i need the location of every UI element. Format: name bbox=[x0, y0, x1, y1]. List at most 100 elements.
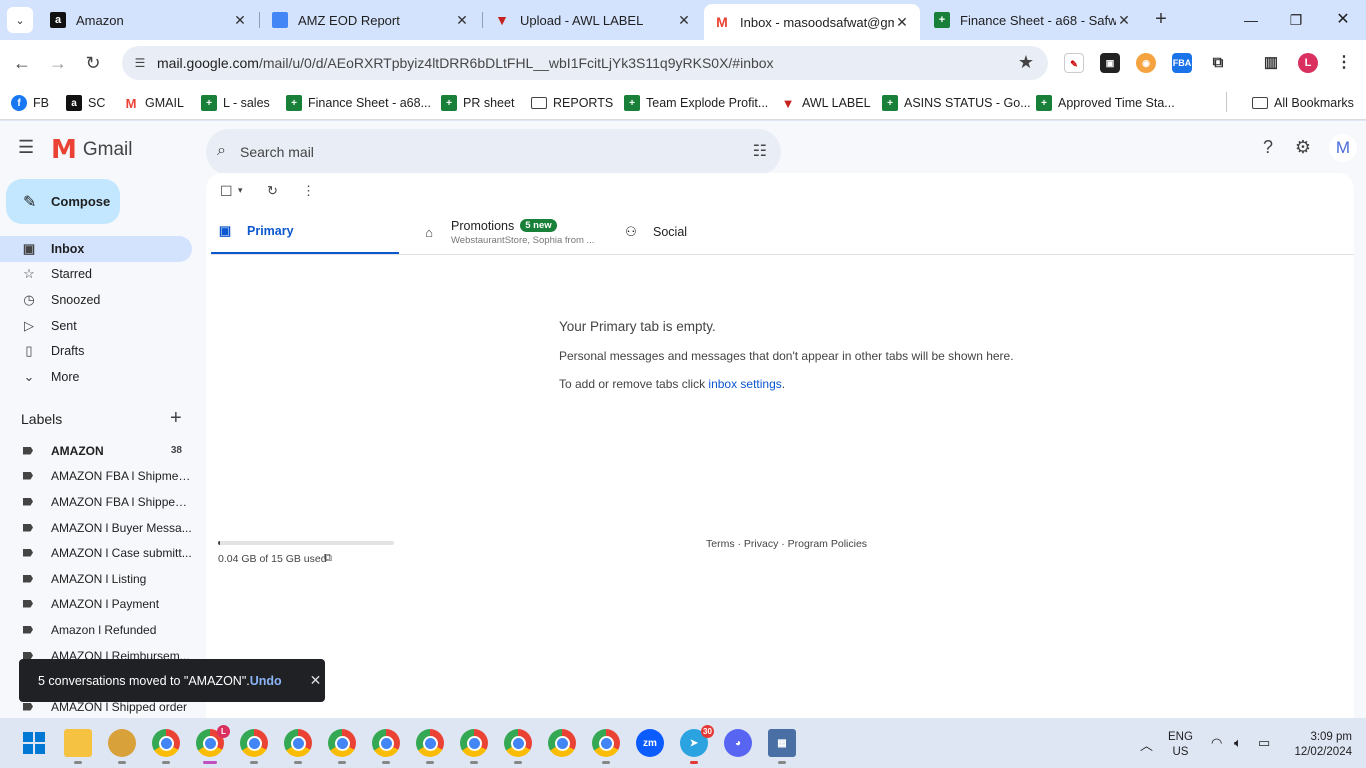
search-input[interactable] bbox=[240, 141, 720, 163]
nav-drafts[interactable]: ▯ Drafts bbox=[0, 338, 192, 364]
discord-icon[interactable]: ◕ bbox=[724, 729, 752, 757]
bookmark-pr-sheet[interactable]: + PR sheet bbox=[441, 92, 514, 114]
file-explorer-icon[interactable] bbox=[64, 729, 92, 764]
chrome-icon[interactable] bbox=[460, 729, 488, 764]
nav-more[interactable]: ⌄ More bbox=[0, 364, 192, 390]
label-item[interactable]: AMAZON 38 bbox=[0, 438, 192, 463]
calculator-icon[interactable]: ▦ bbox=[768, 729, 796, 764]
label-item[interactable]: AMAZON l Listing bbox=[0, 566, 192, 591]
show-hidden-icons-icon[interactable]: ︿ bbox=[1140, 735, 1153, 754]
footer-links[interactable]: Terms · Privacy · Program Policies bbox=[706, 538, 867, 550]
tab-primary[interactable]: ▣ Primary bbox=[211, 209, 399, 255]
reload-button[interactable]: ↻ bbox=[80, 50, 106, 76]
refresh-icon[interactable]: ↻ bbox=[267, 183, 278, 199]
site-info-icon[interactable]: ☰ bbox=[130, 53, 150, 73]
input-language[interactable]: ENG US bbox=[1168, 730, 1193, 760]
restore-button[interactable]: ❐ bbox=[1284, 8, 1308, 32]
bookmark-fb[interactable]: f FB bbox=[11, 92, 49, 114]
bookmark-reports[interactable]: REPORTS bbox=[531, 92, 613, 114]
browser-tab-awl[interactable]: ▼ Upload - AWL LABEL ✕ bbox=[484, 4, 702, 36]
search-options-icon[interactable]: ☷ bbox=[753, 141, 767, 161]
bookmark-sc[interactable]: a SC bbox=[66, 92, 105, 114]
bookmark-l-sales[interactable]: + L - sales bbox=[201, 92, 270, 114]
bookmark-finance-sheet[interactable]: + Finance Sheet - a68... bbox=[286, 92, 431, 114]
volume-icon[interactable]: 🔈︎ bbox=[1234, 735, 1242, 751]
back-button[interactable]: ← bbox=[9, 50, 35, 76]
browser-tab-amz-eod[interactable]: AMZ EOD Report ✕ bbox=[262, 4, 480, 36]
tab-social[interactable]: ⚇ Social bbox=[623, 209, 763, 255]
fba-extension-icon[interactable]: FBA bbox=[1172, 53, 1192, 73]
start-button[interactable] bbox=[20, 729, 48, 757]
more-options-icon[interactable]: ⋮ bbox=[302, 183, 315, 199]
label-item[interactable]: AMAZON FBA l Shipped ... bbox=[0, 489, 192, 514]
bookmark-team-explode[interactable]: + Team Explode Profit... bbox=[624, 92, 768, 114]
telegram-icon[interactable]: ➤ 30 bbox=[680, 725, 714, 764]
tab-search-button[interactable]: ⌄ bbox=[7, 7, 33, 33]
help-icon[interactable]: ? bbox=[1257, 136, 1279, 158]
close-icon[interactable]: ✕ bbox=[676, 12, 692, 29]
side-panel-icon[interactable]: ▥ bbox=[1261, 53, 1281, 73]
battery-icon[interactable]: ▭ bbox=[1258, 735, 1270, 751]
clock[interactable]: 3:09 pm 12/02/2024 bbox=[1288, 730, 1352, 760]
all-bookmarks-button[interactable]: All Bookmarks bbox=[1252, 92, 1354, 114]
create-label-button[interactable]: + bbox=[170, 407, 182, 430]
nav-starred[interactable]: ☆ Starred bbox=[0, 261, 192, 287]
gear-icon[interactable]: ⚙ bbox=[1292, 136, 1314, 158]
chrome-profile-l-icon[interactable]: L bbox=[196, 725, 230, 764]
chrome-icon[interactable] bbox=[240, 729, 268, 764]
search-icon[interactable]: ⌕ bbox=[217, 142, 226, 160]
extension-1-icon[interactable]: ✎ bbox=[1064, 53, 1084, 73]
chrome-icon[interactable] bbox=[548, 729, 576, 757]
bookmark-approved-time[interactable]: + Approved Time Sta... bbox=[1036, 92, 1175, 114]
close-icon[interactable]: ✕ bbox=[894, 14, 910, 31]
label-item[interactable]: AMAZON l Case submitt... bbox=[0, 540, 192, 565]
chrome-icon[interactable] bbox=[372, 729, 400, 764]
forward-button[interactable]: → bbox=[45, 50, 71, 76]
wifi-icon[interactable]: ◠ bbox=[1211, 735, 1222, 751]
browser-tab-finance[interactable]: + Finance Sheet - a68 - Safwat ✕ bbox=[924, 4, 1142, 36]
browser-tab-inbox[interactable]: M Inbox - masoodsafwat@gma ✕ bbox=[704, 4, 920, 40]
bookmark-asins-status[interactable]: + ASINS STATUS - Go... bbox=[882, 92, 1031, 114]
tab-promotions[interactable]: ⌂ Promotions 5 new WebstaurantStore, Soph… bbox=[421, 209, 601, 255]
chrome-icon[interactable] bbox=[504, 729, 532, 764]
inbox-settings-link[interactable]: inbox settings bbox=[708, 377, 781, 391]
chrome-icon[interactable] bbox=[328, 729, 356, 764]
gmail-logo[interactable]: M Gmail bbox=[51, 135, 133, 165]
close-icon[interactable]: ✕ bbox=[232, 12, 248, 29]
url-text[interactable]: mail.google.com/mail/u/0/d/AEoRXRTpbyiz4… bbox=[157, 55, 774, 71]
nav-snoozed[interactable]: ◷ Snoozed bbox=[0, 287, 192, 313]
label-item[interactable]: AMAZON l Payment bbox=[0, 591, 192, 616]
new-tab-button[interactable]: + bbox=[1150, 8, 1172, 30]
browser-tab-amazon[interactable]: a Amazon ✕ bbox=[40, 4, 258, 36]
main-menu-icon[interactable]: ☰ bbox=[18, 137, 38, 157]
label-item[interactable]: AMAZON FBA l Shipment... bbox=[0, 463, 192, 488]
bookmark-awl-label[interactable]: ▼ AWL LABEL bbox=[780, 92, 871, 114]
extension-2-icon[interactable]: ▣ bbox=[1100, 53, 1120, 73]
app-icon[interactable] bbox=[108, 729, 136, 764]
chrome-icon[interactable] bbox=[416, 729, 444, 764]
label-item[interactable]: AMAZON l Buyer Messa... bbox=[0, 515, 192, 540]
close-icon[interactable]: ✕ bbox=[454, 12, 470, 29]
bookmark-star-icon[interactable]: ★ bbox=[1018, 52, 1034, 73]
minimize-button[interactable]: — bbox=[1239, 8, 1263, 32]
account-avatar[interactable]: M bbox=[1329, 134, 1357, 162]
chrome-icon[interactable] bbox=[152, 729, 180, 764]
chrome-icon[interactable] bbox=[592, 729, 620, 764]
chrome-icon[interactable] bbox=[284, 729, 312, 764]
extension-3-icon[interactable]: ◉ bbox=[1136, 53, 1156, 73]
zoom-icon[interactable]: zm bbox=[636, 729, 664, 757]
label-item[interactable]: Amazon l Refunded bbox=[0, 617, 192, 642]
chrome-menu-icon[interactable]: ⋮ bbox=[1334, 53, 1354, 73]
open-in-new-icon[interactable]: ⧉ bbox=[324, 552, 332, 565]
extensions-puzzle-icon[interactable]: ⧉ bbox=[1208, 53, 1228, 73]
select-menu-icon[interactable]: ▾ bbox=[238, 185, 243, 196]
close-window-button[interactable]: ✕ bbox=[1331, 8, 1355, 32]
nav-inbox[interactable]: ▣ Inbox bbox=[0, 236, 192, 262]
select-all-checkbox[interactable]: ☐ bbox=[220, 183, 233, 200]
nav-sent[interactable]: ▷ Sent bbox=[0, 313, 192, 339]
undo-button[interactable]: Undo bbox=[250, 674, 282, 688]
compose-button[interactable]: ✎ Compose bbox=[6, 179, 120, 224]
close-icon[interactable]: ✕ bbox=[310, 672, 322, 689]
profile-avatar[interactable]: L bbox=[1298, 53, 1318, 73]
bookmark-gmail[interactable]: M GMAIL bbox=[123, 92, 184, 114]
